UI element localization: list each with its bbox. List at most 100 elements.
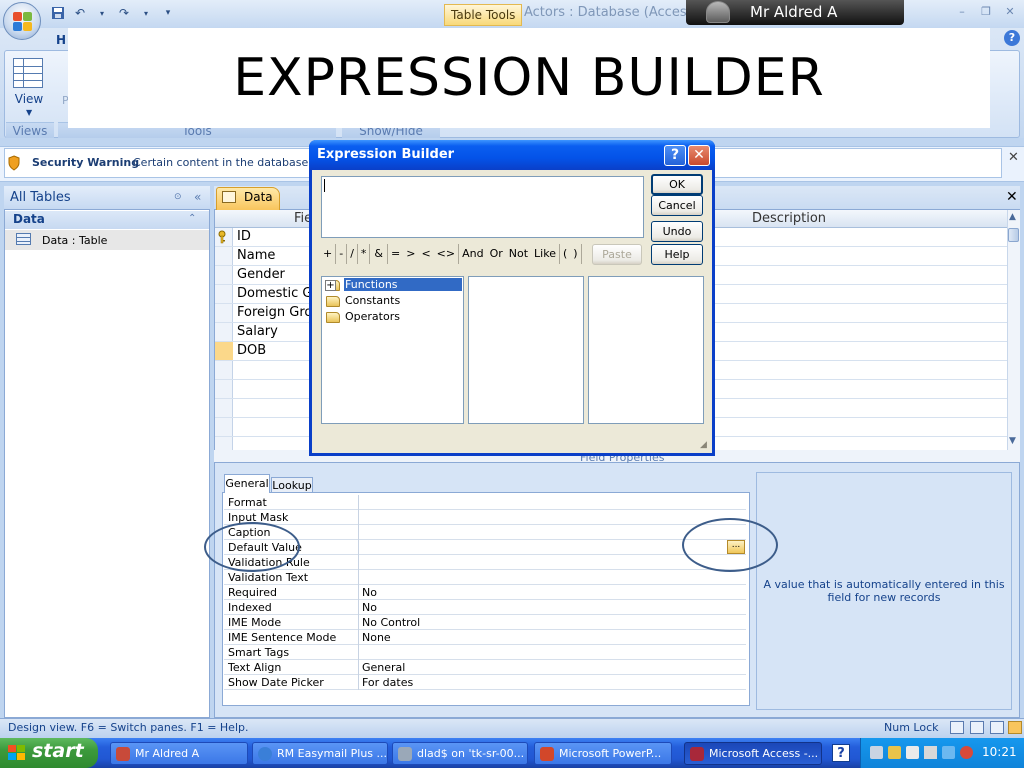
customize-qat-icon[interactable]: ▾ (160, 5, 176, 21)
security-warning-message: Certain content in the database ha (133, 156, 309, 169)
redo-icon[interactable]: ↷ (116, 5, 132, 21)
row-selector-current (215, 342, 233, 360)
property-row-input-mask[interactable]: Input Mask (224, 510, 746, 525)
property-value[interactable]: General (362, 661, 405, 674)
user-status-icon[interactable] (960, 746, 973, 759)
collapse-pane-icon[interactable]: « (194, 190, 201, 204)
scroll-down-icon[interactable]: ▼ (1009, 436, 1016, 446)
close-window-icon[interactable]: ✕ (1002, 6, 1018, 18)
operator-not-equal-button[interactable]: <> (434, 244, 460, 264)
operator-multiply-button[interactable]: * (358, 244, 371, 264)
tab-lookup[interactable]: Lookup (271, 477, 313, 493)
property-value[interactable]: No (362, 601, 377, 614)
dropdown-arrow-icon[interactable]: ▾ (94, 5, 110, 21)
ok-button[interactable]: OK (651, 174, 703, 195)
property-row-ime-sentence-mode[interactable]: IME Sentence Mode None (224, 630, 746, 645)
property-row-ime-mode[interactable]: IME Mode No Control (224, 615, 746, 630)
operator-greater-button[interactable]: > (403, 244, 418, 264)
close-icon[interactable]: ✕ (1006, 189, 1018, 205)
property-row-default-value[interactable]: Default Value (224, 540, 746, 555)
view-button[interactable]: View ▼ (8, 56, 50, 120)
property-value[interactable]: No Control (362, 616, 420, 629)
property-row-format[interactable]: Format (224, 495, 746, 510)
expression-input[interactable] (321, 176, 644, 238)
property-row-validation-rule[interactable]: Validation Rule (224, 555, 746, 570)
property-row-smart-tags[interactable]: Smart Tags (224, 645, 746, 660)
paste-button[interactable]: Paste (592, 244, 642, 265)
property-row-indexed[interactable]: Indexed No (224, 600, 746, 615)
taskbar-item-label: dlad$ on 'tk-sr-00... (417, 747, 525, 760)
operator-concat-button[interactable]: & (370, 244, 388, 264)
property-value[interactable]: For dates (362, 676, 413, 689)
save-icon[interactable] (50, 5, 66, 21)
office-button[interactable] (3, 2, 41, 40)
primary-key-icon (217, 230, 227, 244)
resize-grip-icon[interactable]: ◢ (700, 440, 712, 452)
collapse-group-icon[interactable]: ⌃ (188, 213, 196, 224)
taskbar-item-network-drive[interactable]: dlad$ on 'tk-sr-00... (392, 742, 528, 765)
property-row-caption[interactable]: Caption (224, 525, 746, 540)
taskbar-item-access[interactable]: Microsoft Access -... (684, 742, 822, 765)
dropdown-arrow-icon[interactable]: ▾ (138, 5, 154, 21)
tree-item-functions[interactable]: + Functions (325, 278, 462, 293)
expand-icon[interactable]: + (325, 280, 336, 291)
operator-or-button[interactable]: Or (487, 244, 506, 264)
taskbar-item-mr-aldred[interactable]: Mr Aldred A (110, 742, 248, 765)
table-icon (222, 191, 236, 203)
close-icon[interactable]: ✕ (1008, 150, 1020, 165)
security-icon[interactable] (888, 746, 901, 759)
tree-item-label: Operators (345, 310, 400, 323)
pivottable-view-icon[interactable] (970, 721, 984, 734)
row-selector (215, 304, 233, 322)
operator-not-button[interactable]: Not (506, 244, 531, 264)
vertical-scrollbar[interactable] (1007, 210, 1020, 450)
taskbar-item-easymail[interactable]: RM Easymail Plus ... (252, 742, 388, 765)
field-name: Gender (237, 267, 285, 282)
property-row-required[interactable]: Required No (224, 585, 746, 600)
text-caret (324, 179, 325, 192)
scroll-up-icon[interactable]: ▲ (1009, 212, 1016, 222)
tab-general[interactable]: General (224, 474, 270, 493)
operator-and-button[interactable]: And (459, 244, 486, 264)
property-row-show-date-picker[interactable]: Show Date Picker For dates (224, 675, 746, 690)
chevron-down-icon[interactable]: ⊙ (174, 192, 182, 202)
minimize-icon[interactable]: – (954, 6, 970, 18)
operator-like-button[interactable]: Like (531, 244, 560, 264)
printer-icon[interactable] (870, 746, 883, 759)
restore-icon[interactable]: ❐ (978, 6, 994, 18)
help-button[interactable]: Help (651, 244, 703, 265)
mail-icon[interactable] (906, 746, 919, 759)
operator-close-paren-button[interactable]: ) (570, 244, 582, 264)
close-button[interactable]: ✕ (688, 145, 710, 166)
property-value[interactable]: None (362, 631, 391, 644)
undo-button[interactable]: Undo (651, 221, 703, 242)
help-button[interactable]: ? (664, 145, 686, 166)
field-name: Foreign Gro (237, 305, 313, 320)
operator-plus-button[interactable]: + (320, 244, 337, 264)
pivotchart-view-icon[interactable] (990, 721, 1004, 734)
volume-icon[interactable] (924, 746, 937, 759)
property-row-text-align[interactable]: Text Align General (224, 660, 746, 675)
navigation-pane (4, 186, 210, 718)
scrollbar-thumb[interactable] (1008, 228, 1019, 242)
operator-divide-button[interactable]: / (347, 244, 358, 264)
property-row-validation-text[interactable]: Validation Text (224, 570, 746, 585)
element-categories-list[interactable] (468, 276, 584, 424)
network-icon[interactable] (942, 746, 955, 759)
taskbar-item-powerpoint[interactable]: Microsoft PowerP... (534, 742, 672, 765)
design-view-icon[interactable] (1008, 721, 1022, 734)
operator-minus-button[interactable]: - (336, 244, 348, 264)
operator-less-button[interactable]: < (418, 244, 433, 264)
element-values-list[interactable] (588, 276, 704, 424)
cancel-button[interactable]: Cancel (651, 195, 703, 216)
undo-icon[interactable]: ↶ (72, 5, 88, 21)
tree-item-operators[interactable]: Operators (326, 310, 462, 325)
help-icon[interactable]: ? (832, 744, 850, 762)
help-icon[interactable]: ? (1004, 30, 1020, 46)
datasheet-view-icon[interactable] (950, 721, 964, 734)
property-value[interactable]: No (362, 586, 377, 599)
operator-open-paren-button[interactable]: ( (560, 244, 570, 264)
divider (358, 510, 359, 525)
operator-equals-button[interactable]: = (388, 244, 403, 264)
tree-item-constants[interactable]: Constants (326, 294, 462, 309)
